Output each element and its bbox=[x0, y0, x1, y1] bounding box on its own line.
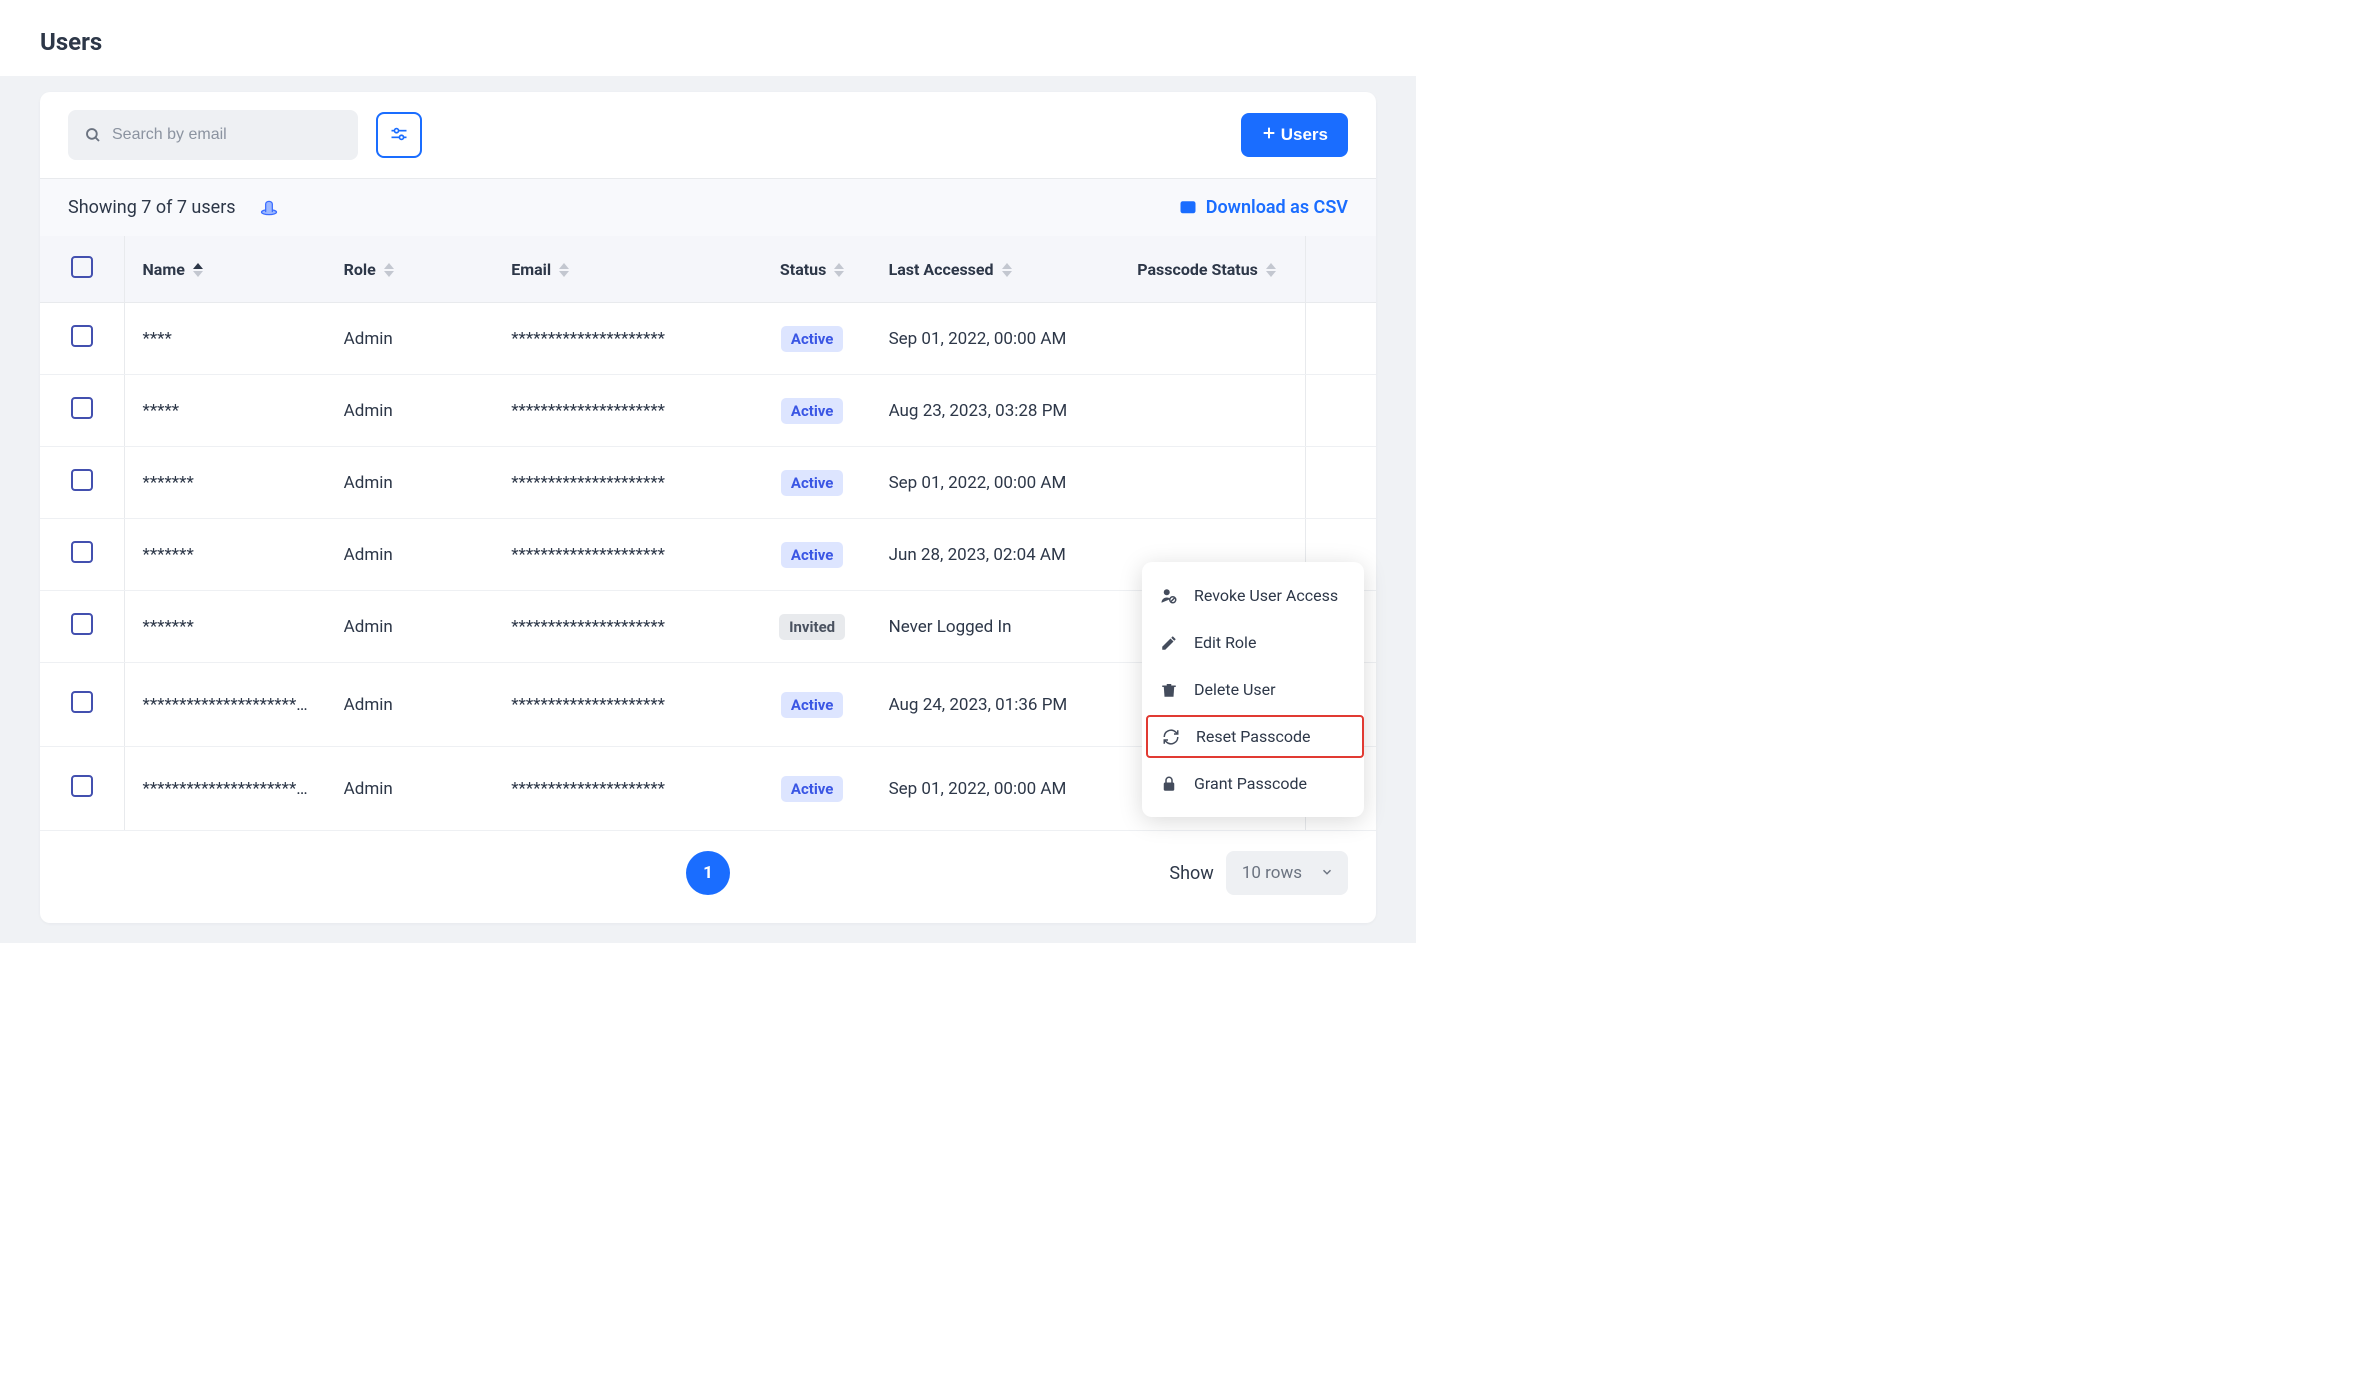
user-revoke-icon bbox=[1160, 587, 1180, 605]
col-header-email[interactable]: Email bbox=[493, 236, 754, 303]
table-row: ****Admin********************* Active Sep … bbox=[40, 303, 1376, 375]
cell-email: ********************* bbox=[493, 447, 754, 519]
row-checkbox[interactable] bbox=[71, 613, 93, 635]
rows-per-page-select[interactable]: 10 rows bbox=[1226, 851, 1348, 895]
cell-role: Admin bbox=[326, 303, 494, 375]
summary-text: Showing 7 of 7 users bbox=[68, 197, 236, 218]
cell-role: Admin bbox=[326, 747, 494, 831]
sort-icon bbox=[559, 263, 569, 277]
row-checkbox[interactable] bbox=[71, 325, 93, 347]
search-input[interactable] bbox=[112, 126, 342, 144]
menu-edit-role[interactable]: Edit Role bbox=[1142, 619, 1364, 666]
status-badge: Active bbox=[781, 692, 844, 718]
menu-label: Reset Passcode bbox=[1196, 727, 1311, 746]
add-users-label: Users bbox=[1281, 125, 1328, 145]
svg-text:CSV: CSV bbox=[1182, 206, 1194, 212]
col-header-status[interactable]: Status bbox=[754, 236, 871, 303]
cell-last-accessed: Sep 01, 2022, 00:00 AM bbox=[871, 303, 1109, 375]
row-checkbox[interactable] bbox=[71, 541, 93, 563]
row-context-menu: Revoke User Access Edit Role Delete User… bbox=[1142, 562, 1364, 817]
menu-revoke-access[interactable]: Revoke User Access bbox=[1142, 572, 1364, 619]
col-header-passcode-status[interactable]: Passcode Status bbox=[1108, 236, 1305, 303]
col-header-name[interactable]: Name bbox=[124, 236, 326, 303]
cell-passcode-status bbox=[1108, 375, 1305, 447]
table-row: *****Admin********************* Active Aug… bbox=[40, 375, 1376, 447]
cell-last-accessed: Sep 01, 2022, 00:00 AM bbox=[871, 747, 1109, 831]
sort-icon bbox=[384, 263, 394, 277]
col-header-role[interactable]: Role bbox=[326, 236, 494, 303]
select-all-checkbox[interactable] bbox=[71, 256, 93, 278]
plus-icon bbox=[1261, 125, 1277, 146]
cell-email: ********************* bbox=[493, 663, 754, 747]
page-number-current[interactable]: 1 bbox=[686, 851, 730, 895]
cell-last-accessed: Aug 23, 2023, 03:28 PM bbox=[871, 375, 1109, 447]
table-row: *******Admin********************* Active S… bbox=[40, 447, 1376, 519]
pager: 1 Show 10 rows bbox=[40, 831, 1376, 923]
cell-role: Admin bbox=[326, 447, 494, 519]
sliders-icon bbox=[389, 124, 409, 147]
download-csv-label: Download as CSV bbox=[1206, 197, 1348, 218]
status-badge: Active bbox=[781, 470, 844, 496]
add-users-button[interactable]: Users bbox=[1241, 113, 1348, 157]
menu-reset-passcode[interactable]: Reset Passcode bbox=[1144, 713, 1366, 760]
cell-name: ******* bbox=[124, 591, 326, 663]
cell-passcode-status bbox=[1108, 303, 1305, 375]
download-csv-link[interactable]: CSV Download as CSV bbox=[1178, 197, 1348, 218]
cell-last-accessed: Aug 24, 2023, 01:36 PM bbox=[871, 663, 1109, 747]
cell-email: ********************* bbox=[493, 591, 754, 663]
sort-icon bbox=[834, 263, 844, 277]
cell-last-accessed: Jun 28, 2023, 02:04 AM bbox=[871, 519, 1109, 591]
menu-grant-passcode[interactable]: Grant Passcode bbox=[1142, 760, 1364, 807]
sort-icon bbox=[1002, 263, 1012, 277]
cell-name: *********************… bbox=[124, 663, 326, 747]
cell-name: **** bbox=[124, 303, 326, 375]
lock-icon bbox=[1160, 775, 1180, 793]
row-checkbox[interactable] bbox=[71, 469, 93, 491]
cell-role: Admin bbox=[326, 375, 494, 447]
sort-icon bbox=[193, 263, 203, 277]
cell-name: ***** bbox=[124, 375, 326, 447]
status-badge: Active bbox=[781, 542, 844, 568]
cell-role: Admin bbox=[326, 591, 494, 663]
csv-icon: CSV bbox=[1178, 199, 1198, 217]
filter-button[interactable] bbox=[376, 112, 422, 158]
status-badge: Active bbox=[781, 398, 844, 424]
toolbar: Users bbox=[40, 92, 1376, 178]
row-checkbox[interactable] bbox=[71, 775, 93, 797]
search-box[interactable] bbox=[68, 110, 358, 160]
cell-email: ********************* bbox=[493, 519, 754, 591]
cell-role: Admin bbox=[326, 519, 494, 591]
cell-email: ********************* bbox=[493, 375, 754, 447]
row-checkbox[interactable] bbox=[71, 397, 93, 419]
cell-name: ******* bbox=[124, 519, 326, 591]
status-badge: Invited bbox=[779, 614, 845, 640]
search-icon bbox=[84, 126, 102, 144]
page-title: Users bbox=[40, 28, 1376, 56]
reset-icon bbox=[1162, 728, 1182, 746]
menu-label: Revoke User Access bbox=[1194, 586, 1338, 605]
menu-label: Edit Role bbox=[1194, 633, 1256, 652]
sort-icon bbox=[1266, 263, 1276, 277]
cell-email: ********************* bbox=[493, 303, 754, 375]
hat-icon bbox=[258, 198, 280, 218]
cell-email: ********************* bbox=[493, 747, 754, 831]
menu-delete-user[interactable]: Delete User bbox=[1142, 666, 1364, 713]
status-badge: Active bbox=[781, 326, 844, 352]
cell-passcode-status bbox=[1108, 447, 1305, 519]
cell-role: Admin bbox=[326, 663, 494, 747]
status-badge: Active bbox=[781, 776, 844, 802]
menu-label: Delete User bbox=[1194, 680, 1276, 699]
cell-last-accessed: Never Logged In bbox=[871, 591, 1109, 663]
pencil-icon bbox=[1160, 634, 1180, 652]
summary-bar: Showing 7 of 7 users CSV Download as CSV bbox=[40, 178, 1376, 236]
trash-icon bbox=[1160, 681, 1180, 699]
rows-label: Show bbox=[1169, 863, 1213, 884]
cell-name: *********************… bbox=[124, 747, 326, 831]
col-header-last-accessed[interactable]: Last Accessed bbox=[871, 236, 1109, 303]
menu-label: Grant Passcode bbox=[1194, 774, 1307, 793]
row-checkbox[interactable] bbox=[71, 691, 93, 713]
cell-name: ******* bbox=[124, 447, 326, 519]
cell-last-accessed: Sep 01, 2022, 00:00 AM bbox=[871, 447, 1109, 519]
